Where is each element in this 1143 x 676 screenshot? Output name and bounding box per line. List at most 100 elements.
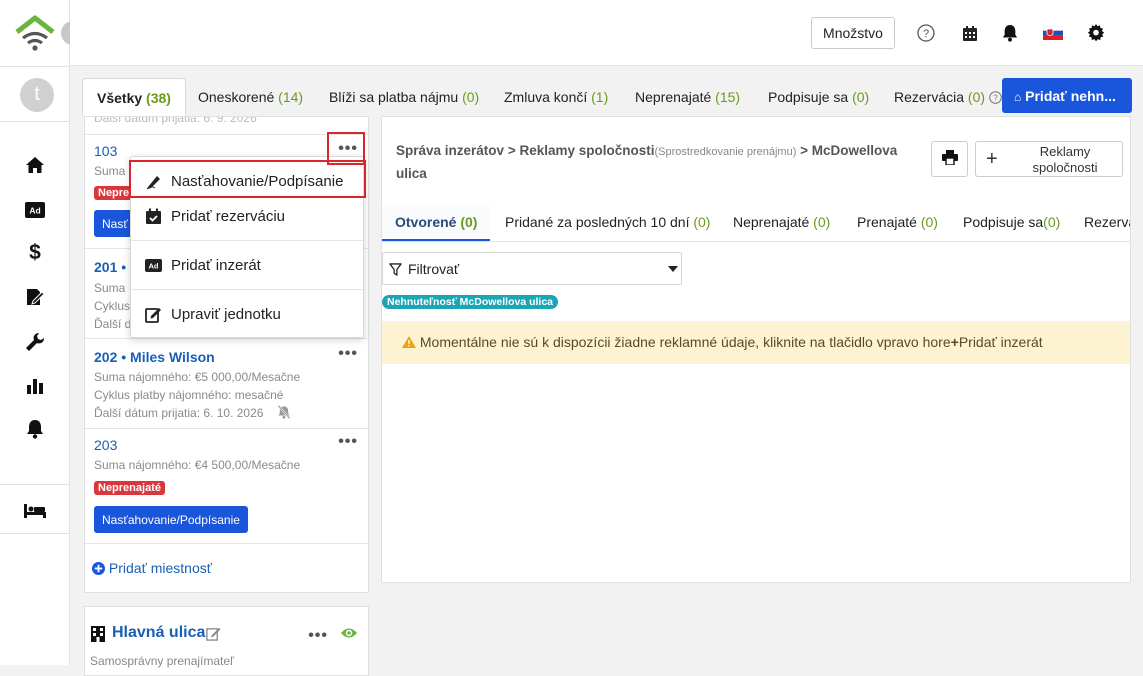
- add-room-label: Pridať miestnosť: [108, 560, 212, 576]
- no-ads-warning: Momentálne nie sú k dispozícii žiadne re…: [382, 321, 1130, 364]
- tab-signing[interactable]: Podpisuje sa(0): [963, 205, 1060, 241]
- sidebar-divider: [0, 66, 70, 67]
- tab-open[interactable]: Otvorené (0): [382, 205, 491, 241]
- bell-icon[interactable]: [999, 22, 1021, 44]
- more-options-icon[interactable]: •••: [338, 433, 358, 451]
- warning-text: Momentálne nie sú k dispozícii žiadne re…: [419, 334, 951, 350]
- calendar-check-icon: [146, 208, 161, 224]
- tab-reservation[interactable]: Rezervácia (0) ?: [894, 78, 1002, 116]
- property-card[interactable]: Hlavná ulica ••• Samosprávny prenajímate…: [84, 606, 369, 676]
- breadcrumb: Správa inzerátov > Reklamy spoločnosti(S…: [396, 140, 931, 184]
- svg-text:?: ?: [923, 28, 929, 40]
- bell-slash-icon[interactable]: [277, 405, 291, 419]
- print-button[interactable]: [931, 141, 968, 177]
- unit-title[interactable]: 202 • Miles Wilson: [94, 349, 215, 365]
- menu-item-add-reservation[interactable]: Pridať rezerváciu: [131, 192, 365, 241]
- property-filter-chip[interactable]: Nehnuteľnosť McDowellova ulica: [382, 295, 559, 309]
- tab-vacant[interactable]: Neprenajaté (15): [635, 78, 740, 116]
- next-date: Ďalší dátum prijatia: 6. 10. 2026: [94, 406, 264, 420]
- tab-all[interactable]: Všetky (38): [82, 78, 186, 116]
- unit-number[interactable]: 203: [94, 437, 117, 453]
- svg-text:?: ?: [993, 93, 998, 102]
- tab-rent-due-soon[interactable]: Blíži sa platba nájmu (0): [329, 78, 479, 116]
- bell-icon[interactable]: [23, 417, 47, 441]
- unit-number[interactable]: 103: [94, 143, 117, 159]
- home-icon[interactable]: [23, 153, 47, 177]
- question-circle-icon[interactable]: ?: [915, 22, 937, 44]
- signature-icon: [146, 176, 160, 190]
- tab-vacant[interactable]: Neprenajaté (0): [733, 205, 830, 241]
- sidebar-divider: [0, 533, 70, 534]
- company-ads-label: Reklamy spoločnosti: [1032, 144, 1098, 175]
- move-in-button[interactable]: Nasťahovanie/Podpísanie: [94, 506, 248, 533]
- chevron-down-icon: [668, 266, 678, 272]
- eye-icon[interactable]: [340, 626, 358, 640]
- dollar-icon[interactable]: $: [23, 241, 47, 265]
- menu-item-add-listing[interactable]: Ad Pridať inzerát: [131, 241, 365, 290]
- filter-icon: [389, 263, 402, 276]
- rent-amount: Suma nájomného: €4 500,00/Mesačne: [94, 458, 301, 472]
- next-date: Ďalší d: [94, 317, 132, 331]
- rent-amount: Suma: [94, 164, 126, 178]
- gear-icon[interactable]: [1085, 22, 1107, 44]
- sidebar-divider: [0, 484, 70, 485]
- property-subtitle: Samosprávny prenajímateľ: [90, 654, 234, 668]
- property-name[interactable]: Hlavná ulica: [112, 624, 205, 642]
- quantity-button[interactable]: Množstvo: [811, 17, 895, 49]
- question-circle-icon[interactable]: ?: [989, 91, 1002, 104]
- list-item[interactable]: 203 ••• Suma nájomného: €4 500,00/Mesačn…: [85, 429, 368, 544]
- svg-text:Ad: Ad: [149, 262, 159, 271]
- add-property-button[interactable]: ⌂ Pridať nehn...: [1002, 78, 1132, 113]
- signature-icon[interactable]: [23, 285, 47, 309]
- breadcrumb-listings[interactable]: Správa inzerátov: [396, 143, 504, 158]
- tab-late[interactable]: Oneskorené (14): [198, 78, 303, 116]
- unit-actions-menu: Nasťahovanie/Podpísanie Pridať rezerváci…: [130, 156, 365, 339]
- sidebar-divider: [0, 121, 70, 122]
- edit-icon[interactable]: [206, 626, 221, 641]
- company-ads-button[interactable]: + Reklamy spoločnosti: [975, 141, 1123, 177]
- slovakia-flag-icon[interactable]: [1042, 22, 1064, 44]
- status-tabs: Všetky (38) Oneskorené (14) Blíži sa pla…: [82, 78, 1002, 116]
- list-item[interactable]: 202 • Miles Wilson ••• Suma nájomného: €…: [85, 339, 368, 429]
- add-listing-link[interactable]: Pridať inzerát: [959, 334, 1043, 350]
- ad-icon[interactable]: Ad: [23, 198, 47, 222]
- ad-icon: Ad: [145, 259, 162, 272]
- payment-cycle: Cyklus platby nájomného: mesačné: [94, 388, 284, 402]
- add-room-link[interactable]: Pridať miestnosť: [92, 560, 212, 576]
- plus-icon: +: [986, 148, 998, 170]
- breadcrumb-company-ads[interactable]: Reklamy spoločnosti: [519, 143, 654, 158]
- more-options-icon[interactable]: •••: [308, 627, 328, 645]
- rent-amount: Suma nájomného: €5 000,00/Mesačne: [94, 370, 301, 384]
- wrench-icon[interactable]: [23, 330, 47, 354]
- breadcrumb-separator: >: [800, 143, 809, 158]
- tab-lease-ending[interactable]: Zmluva končí (1): [504, 78, 608, 116]
- listing-tabs: Otvorené (0) Pridané za posledných 10 dn…: [382, 205, 1130, 242]
- breadcrumb-separator: >: [507, 143, 516, 158]
- sidebar: › t Ad $: [0, 0, 85, 665]
- more-options-icon[interactable]: •••: [338, 345, 358, 363]
- menu-item-edit-unit[interactable]: Upraviť jednotku: [131, 290, 365, 339]
- calendar-icon[interactable]: [959, 22, 981, 44]
- plus-circle-icon: [92, 562, 105, 575]
- svg-text:Ad: Ad: [29, 206, 40, 216]
- top-bar: Množstvo ?: [70, 0, 1143, 66]
- clipped-next-date: Ďalší dátum prijatia: 6. 9. 2026: [94, 116, 257, 125]
- payment-cycle: Cyklus: [94, 299, 131, 313]
- filter-select[interactable]: Filtrovať: [382, 252, 682, 285]
- list-item: Ďalší dátum prijatia: 6. 9. 2026: [85, 116, 368, 135]
- avatar[interactable]: t: [20, 78, 54, 112]
- tab-added-last-10-days[interactable]: Pridané za posledných 10 dní (0): [505, 205, 710, 241]
- tab-rented[interactable]: Prenajaté (0): [857, 205, 938, 241]
- breadcrumb-note: (Sprostredkovanie prenájmu): [654, 146, 797, 158]
- tab-signing[interactable]: Podpisuje sa (0): [768, 78, 869, 116]
- plus-icon: +: [950, 334, 959, 350]
- main-panel: Správa inzerátov > Reklamy spoločnosti(S…: [381, 116, 1131, 583]
- building-icon: [91, 626, 105, 642]
- tab-reservation[interactable]: Rezervá: [1084, 205, 1130, 241]
- bed-icon[interactable]: [23, 499, 47, 523]
- status-badge: Neprenajaté: [94, 481, 165, 495]
- rent-amount: Suma: [94, 281, 126, 295]
- print-icon: [941, 150, 958, 166]
- logo-icon[interactable]: [14, 14, 56, 52]
- chart-icon[interactable]: [23, 374, 47, 398]
